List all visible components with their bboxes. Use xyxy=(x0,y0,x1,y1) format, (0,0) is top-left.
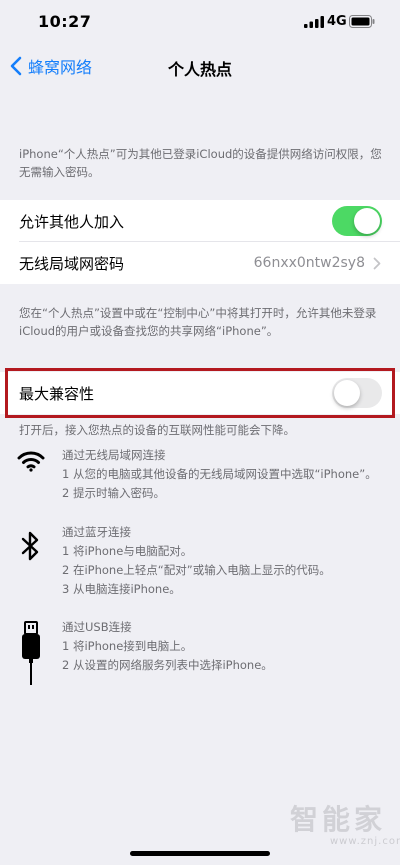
usb-step: 1 将iPhone接到电脑上。 xyxy=(62,639,193,653)
usb-step: 2 从设置的网络服务列表中选择iPhone。 xyxy=(62,658,273,672)
discovery-description: 您在“个人热点”设置中或在“控制中心”中将其打开时，允许其他未登录iCloud的… xyxy=(19,306,377,338)
network-type: 4G xyxy=(327,14,347,29)
bluetooth-step: 1 将iPhone与电脑配对。 xyxy=(62,544,193,558)
bluetooth-step: 3 从电脑连接iPhone。 xyxy=(62,582,181,596)
wifi-method-title: 通过无线局域网连接 xyxy=(62,448,166,462)
navigation-bar: 蜂窝网络 个人热点 xyxy=(0,44,400,88)
watermark-text: 智能家 xyxy=(290,803,387,836)
watermark-url: www.znj.com xyxy=(330,836,400,847)
wifi-instructions: 通过无线局域网连接 1 从您的电脑或其他设备的无线局域网设置中选取“iPhone… xyxy=(62,446,397,503)
chevron-right-icon xyxy=(373,257,381,269)
bluetooth-step: 2 在iPhone上轻点“配对”或输入电脑上显示的代码。 xyxy=(62,563,331,577)
hotspot-description: iPhone“个人热点”可为其他已登录iCloud的设备提供网络访问权限，您无需… xyxy=(19,147,382,179)
wifi-step: 2 提示时输入密码。 xyxy=(62,486,165,500)
battery-icon xyxy=(349,15,375,28)
allow-others-row: 允许其他人加入 xyxy=(0,200,400,242)
wifi-password-row[interactable]: 无线局域网密码 66nxx0ntw2sy8 xyxy=(0,242,400,284)
usb-cable-icon xyxy=(22,621,40,685)
status-bar: 10:27 4G xyxy=(0,0,400,44)
status-time: 10:27 xyxy=(38,12,92,31)
bluetooth-instructions: 通过蓝牙连接 1 将iPhone与电脑配对。 2 在iPhone上轻点“配对”或… xyxy=(62,523,397,599)
usb-instructions: 通过USB连接 1 将iPhone接到电脑上。 2 从设置的网络服务列表中选择i… xyxy=(62,618,397,675)
bluetooth-method-title: 通过蓝牙连接 xyxy=(62,525,131,539)
wifi-password-value: 66nxx0ntw2sy8 xyxy=(253,255,365,271)
usb-method-title: 通过USB连接 xyxy=(62,620,132,634)
home-indicator[interactable] xyxy=(130,851,270,856)
page-title: 个人热点 xyxy=(167,60,232,79)
wifi-password-label: 无线局域网密码 xyxy=(19,254,125,273)
bluetooth-icon xyxy=(21,531,39,561)
watermark: 智能家 www.znj.com xyxy=(290,798,400,847)
wifi-step: 1 从您的电脑或其他设备的无线局域网设置中选取“iPhone”。 xyxy=(62,467,377,481)
wifi-icon xyxy=(17,451,45,472)
highlight-box xyxy=(5,368,395,418)
max-compat-footnote: 打开后，接入您热点的设备的互联网性能可能会下降。 xyxy=(19,423,295,437)
cellular-signal-icon xyxy=(304,16,324,28)
allow-others-toggle[interactable] xyxy=(332,206,382,236)
hotspot-settings-group: 允许其他人加入 无线局域网密码 66nxx0ntw2sy8 xyxy=(0,200,400,284)
allow-others-label: 允许其他人加入 xyxy=(19,212,125,231)
